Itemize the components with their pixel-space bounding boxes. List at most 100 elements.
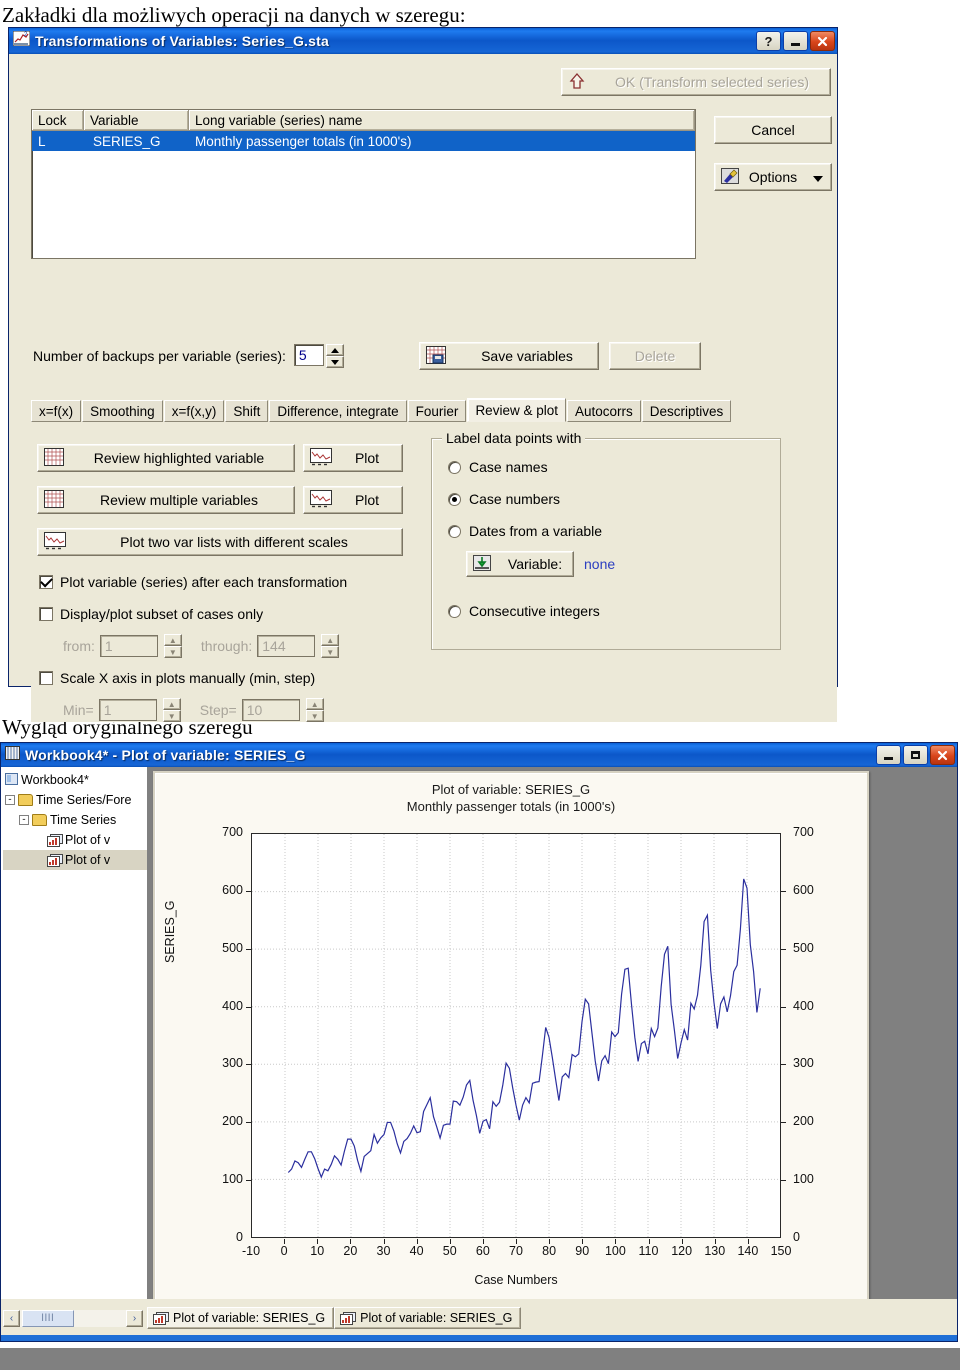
delete-button[interactable]: Delete [609, 342, 701, 370]
variable-select-button[interactable]: Variable: [466, 551, 574, 577]
x-tick-mark [615, 1239, 617, 1244]
radio-consecutive-integers[interactable]: Consecutive integers [448, 603, 600, 619]
workbook-titlebar[interactable]: Workbook4* - Plot of variable: SERIES_G [1, 743, 957, 767]
tab-autocorrs[interactable]: Autocorrs [566, 400, 641, 422]
step-input[interactable]: 10 [241, 699, 300, 721]
tree-item-plot-2[interactable]: Plot of v [3, 850, 147, 870]
minimize-icon[interactable] [783, 31, 808, 51]
min-input[interactable]: 1 [98, 699, 157, 721]
subset-range-row: from: 1 ▲ ▼ through: 144 ▲ ▼ [63, 634, 340, 658]
from-stepper[interactable]: ▲ ▼ [163, 634, 182, 658]
plot-highlighted-button[interactable]: Plot [303, 444, 403, 472]
review-multiple-variables-button[interactable]: Review multiple variables [37, 486, 295, 514]
save-variables-button[interactable]: Save variables [419, 342, 599, 370]
document-tab-2[interactable]: Plot of variable: SERIES_G [334, 1307, 522, 1329]
collapse-icon[interactable]: - [5, 795, 15, 805]
spin-down-button[interactable]: ▼ [321, 646, 340, 658]
min-stepper[interactable]: ▲ ▼ [162, 698, 181, 722]
plot-icon [153, 1311, 169, 1325]
checkbox-icon[interactable] [39, 671, 53, 685]
close-icon[interactable] [930, 745, 955, 765]
spin-up-button[interactable] [325, 344, 344, 356]
spin-down-button[interactable]: ▼ [162, 710, 181, 722]
y-tick-mark [781, 1064, 786, 1066]
checkbox-display-subset[interactable]: Display/plot subset of cases only [39, 606, 263, 622]
tab-x-f-x[interactable]: x=f(x) [31, 400, 82, 422]
line-plot-icon [44, 531, 66, 553]
tree-item-plot-1[interactable]: Plot of v [3, 830, 147, 850]
y-axis-title: SERIES_G [163, 900, 177, 963]
column-header-lock: Lock [32, 110, 84, 130]
caption-top: Zakładki dla możliwych operacji na danyc… [2, 3, 466, 27]
review-highlighted-variable-button[interactable]: Review highlighted variable [37, 444, 295, 472]
scroll-track[interactable]: llll [20, 1309, 126, 1327]
plot-icon [47, 833, 63, 847]
x-tick-mark [383, 1239, 385, 1244]
radio-icon[interactable] [448, 524, 461, 538]
x-tick-mark [482, 1239, 484, 1244]
radio-icon[interactable] [448, 604, 461, 618]
y-tick-mark [781, 890, 786, 892]
column-header-longname: Long variable (series) name [189, 110, 695, 130]
through-stepper[interactable]: ▲ ▼ [321, 634, 340, 658]
horizontal-scrollbar[interactable]: ‹ llll › [3, 1309, 143, 1327]
chart-frame[interactable]: Plot of variable: SERIES_G Monthly passe… [153, 771, 869, 1311]
radio-case-names[interactable]: Case names [448, 459, 548, 475]
tree-item-time-series[interactable]: - Time Series [3, 810, 147, 830]
tab-shift[interactable]: Shift [225, 400, 269, 422]
tab-review-plot[interactable]: Review & plot [467, 398, 566, 422]
radio-icon[interactable] [448, 460, 461, 474]
radio-case-numbers[interactable]: Case numbers [448, 491, 560, 507]
table-row[interactable]: L SERIES_G Monthly passenger totals (in … [32, 131, 695, 151]
tab-x-f-xy[interactable]: x=f(x,y) [163, 400, 225, 422]
radio-icon[interactable] [448, 492, 461, 506]
through-input[interactable]: 144 [257, 635, 316, 657]
plot-multiple-button[interactable]: Plot [303, 486, 403, 514]
review-highlighted-label: Review highlighted variable [93, 450, 265, 466]
from-input[interactable]: 1 [99, 635, 158, 657]
backups-stepper[interactable]: 5 [293, 344, 344, 368]
document-tab-1[interactable]: Plot of variable: SERIES_G [147, 1307, 335, 1329]
help-button[interactable]: ? [756, 31, 781, 51]
backups-spin-buttons[interactable] [325, 344, 344, 368]
spin-down-button[interactable] [325, 356, 344, 368]
transform-titlebar[interactable]: 2 Transformations of Variables: Series_G… [9, 28, 837, 54]
tree-item-workbook[interactable]: Workbook4* [3, 770, 147, 790]
ok-transform-button[interactable]: OK (Transform selected series) [561, 68, 831, 96]
spin-down-button[interactable]: ▼ [163, 646, 182, 658]
plot-icon [340, 1311, 357, 1325]
scroll-right-arrow-icon[interactable]: › [126, 1309, 143, 1327]
checkbox-plot-after-transformation[interactable]: Plot variable (series) after each transf… [39, 574, 347, 590]
checkbox-icon[interactable] [39, 575, 53, 589]
tab-label: Autocorrs [574, 403, 633, 419]
tab-fourier[interactable]: Fourier [407, 400, 467, 422]
scroll-left-arrow-icon[interactable]: ‹ [3, 1309, 20, 1327]
minimize-icon[interactable] [876, 745, 901, 765]
spin-up-button[interactable]: ▲ [163, 634, 182, 646]
cancel-button[interactable]: Cancel [714, 116, 832, 144]
spin-up-button[interactable]: ▲ [321, 634, 340, 646]
radio-dates-from-variable[interactable]: Dates from a variable [448, 523, 602, 539]
workbook-tree[interactable]: Workbook4* - Time Series/Fore - Time Ser… [1, 767, 147, 1341]
tab-descriptives[interactable]: Descriptives [641, 400, 732, 422]
checkbox-icon[interactable] [39, 607, 53, 621]
tab-difference[interactable]: Difference, integrate [269, 400, 407, 422]
spin-down-button[interactable]: ▼ [305, 710, 324, 722]
plot-two-var-lists-button[interactable]: Plot two var lists with different scales [37, 528, 403, 556]
maximize-icon[interactable] [903, 745, 928, 765]
collapse-icon[interactable]: - [19, 815, 29, 825]
chevron-down-icon [813, 169, 823, 185]
scroll-thumb[interactable]: llll [22, 1309, 74, 1327]
spin-up-button[interactable]: ▲ [305, 698, 324, 710]
step-stepper[interactable]: ▲ ▼ [305, 698, 324, 722]
backups-input[interactable]: 5 [293, 344, 324, 366]
tree-item-time-series-forecasting[interactable]: - Time Series/Fore [3, 790, 147, 810]
plot-area[interactable] [251, 833, 781, 1238]
backups-label: Number of backups per variable (series): [33, 348, 286, 364]
spin-up-button[interactable]: ▲ [162, 698, 181, 710]
variable-list[interactable]: Lock Variable Long variable (series) nam… [31, 109, 696, 259]
options-button[interactable]: Options [714, 163, 832, 191]
checkbox-scale-x-axis[interactable]: Scale X axis in plots manually (min, ste… [39, 670, 315, 686]
close-icon[interactable] [810, 31, 835, 51]
tab-smoothing[interactable]: Smoothing [82, 400, 163, 422]
